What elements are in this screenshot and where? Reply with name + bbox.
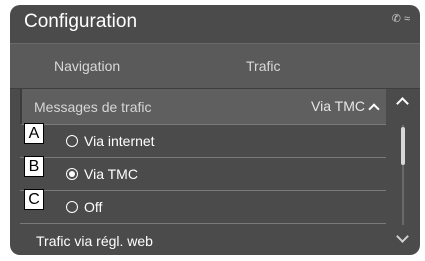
option-via-tmc[interactable]: Via TMC bbox=[20, 158, 386, 191]
phone-off-icon: ✆ bbox=[391, 13, 401, 25]
scroll-down-icon[interactable] bbox=[396, 230, 409, 243]
option-label: Via internet bbox=[84, 133, 155, 149]
screen: Configuration ✆ ≈ Navigation Trafic Mess… bbox=[10, 5, 420, 255]
option-off[interactable]: Off bbox=[20, 191, 386, 224]
radio-button[interactable] bbox=[66, 135, 78, 147]
tab-navigation[interactable]: Navigation bbox=[54, 58, 120, 74]
option-label: Via TMC bbox=[84, 166, 138, 182]
scrollbar[interactable] bbox=[388, 89, 418, 253]
option-label: Off bbox=[84, 199, 103, 215]
tab-trafic[interactable]: Trafic bbox=[246, 58, 280, 74]
status-icons: ✆ ≈ bbox=[392, 14, 410, 25]
radio-button-selected[interactable] bbox=[66, 168, 78, 180]
tab-bar: Navigation Trafic bbox=[10, 43, 420, 89]
traffic-web-settings-label: Trafic via régl. web bbox=[36, 232, 153, 249]
settings-list: Messages de trafic Via TMC Via internet … bbox=[20, 89, 386, 253]
traffic-web-settings-row[interactable]: Trafic via régl. web bbox=[20, 224, 386, 255]
traffic-messages-row[interactable]: Messages de trafic Via TMC bbox=[20, 89, 386, 125]
callout-b: B bbox=[24, 156, 44, 177]
scroll-thumb[interactable] bbox=[401, 127, 405, 165]
signal-icon: ≈ bbox=[403, 13, 410, 25]
callout-a: A bbox=[24, 123, 44, 144]
traffic-messages-value-text: Via TMC bbox=[311, 98, 365, 114]
callout-c: C bbox=[24, 189, 44, 210]
page-title: Configuration bbox=[24, 11, 138, 32]
traffic-messages-value: Via TMC bbox=[311, 98, 380, 115]
radio-button[interactable] bbox=[66, 201, 78, 213]
traffic-messages-label: Messages de trafic bbox=[34, 98, 152, 115]
option-via-internet[interactable]: Via internet bbox=[20, 125, 386, 158]
chevron-up-icon bbox=[368, 102, 380, 115]
scroll-up-icon[interactable] bbox=[396, 97, 409, 110]
